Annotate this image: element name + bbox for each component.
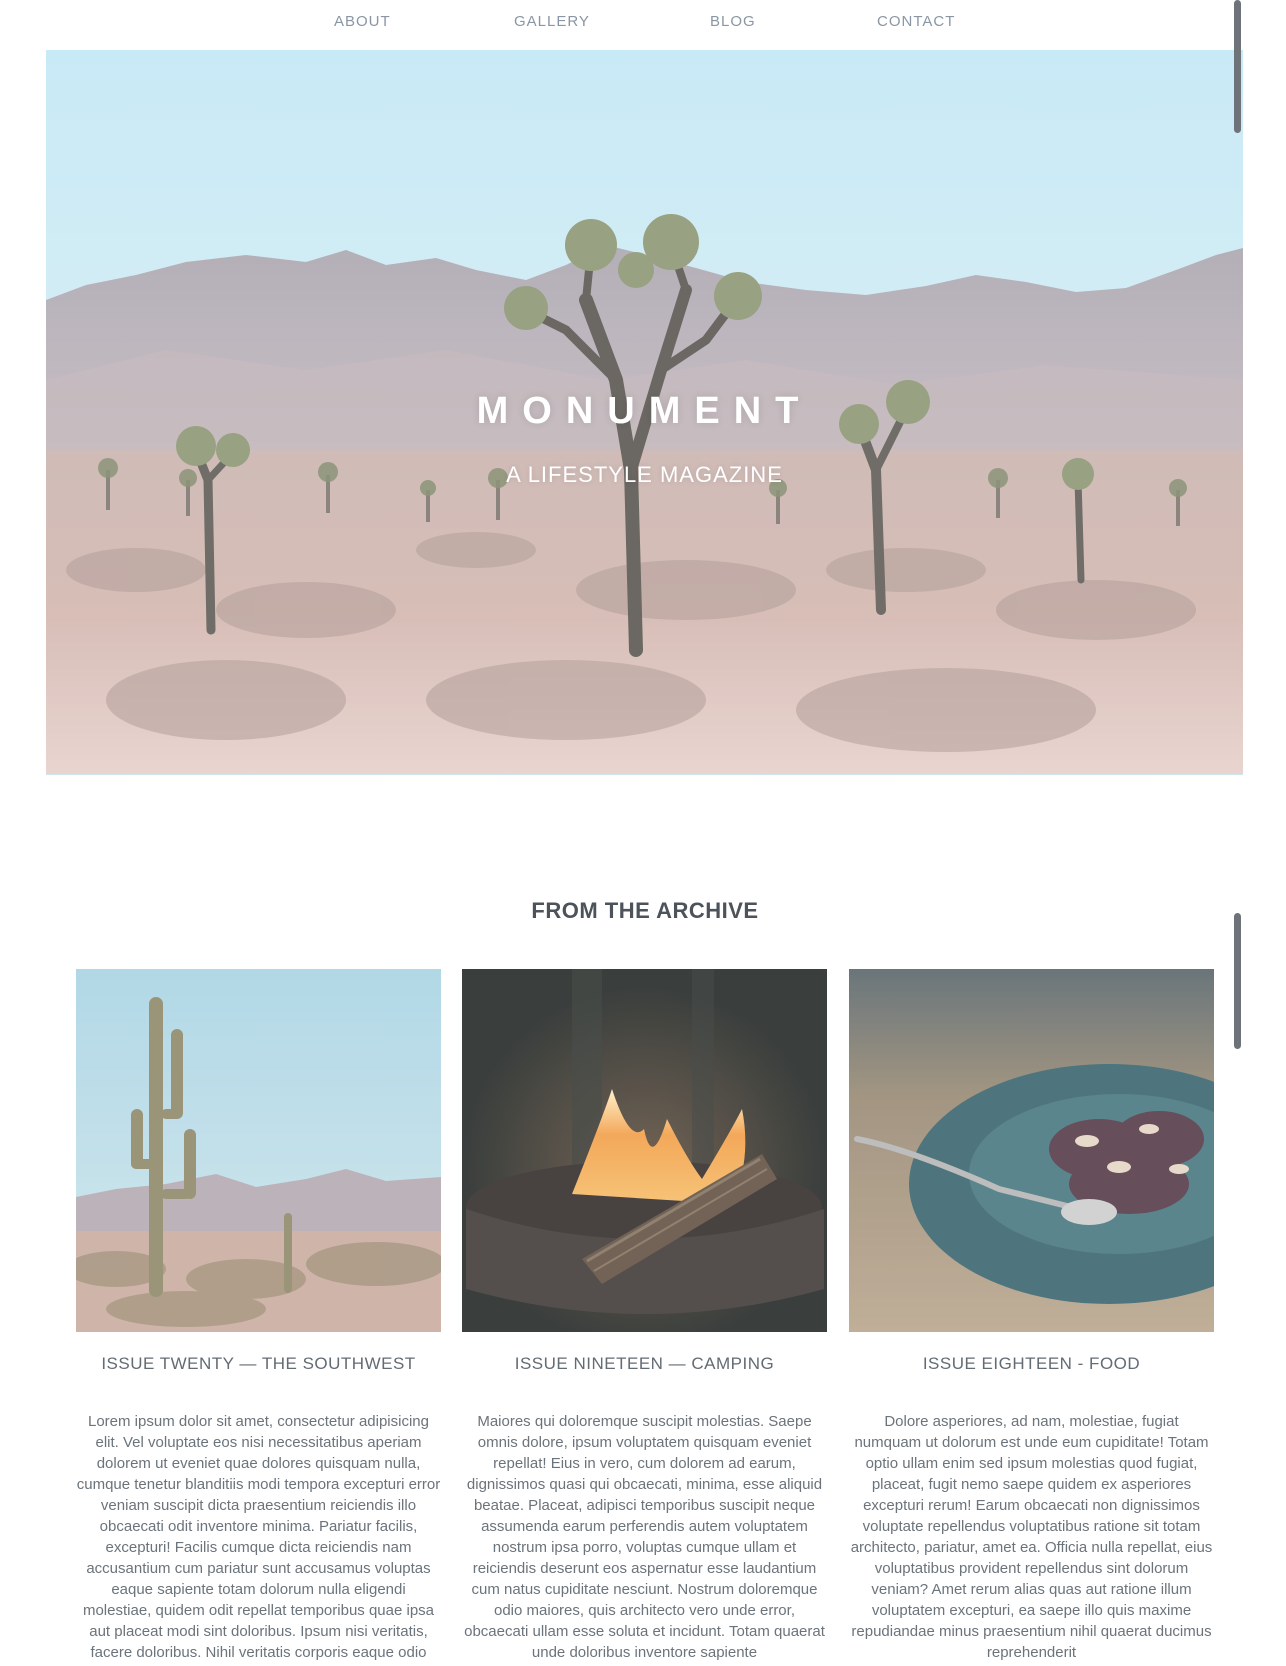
card-image[interactable] [462, 969, 827, 1332]
hero-title: MONUMENT [476, 390, 813, 432]
nav-blog-link[interactable]: BLOG [710, 13, 756, 30]
hero-subtitle: A LIFESTYLE MAGAZINE [506, 462, 783, 487]
campfire-image [462, 969, 827, 1332]
nav-gallery-link[interactable]: GALLERY [514, 13, 590, 30]
card-description: Lorem ipsum dolor sit amet, consectetur … [76, 1413, 441, 1661]
nav-about-link[interactable]: ABOUT [334, 13, 391, 30]
card-description: Dolore asperiores, ad nam, molestiae, fu… [850, 1413, 1213, 1661]
section-scrollbar-thumb[interactable] [1234, 913, 1241, 1049]
nav-contact-link[interactable]: CONTACT [877, 13, 955, 30]
card-image[interactable] [849, 969, 1214, 1332]
card-image[interactable] [76, 969, 441, 1332]
page: ABOUT GALLERY BLOG CONTACT MONUMENT A LI… [0, 0, 1286, 1666]
card-title[interactable]: ISSUE TWENTY — THE SOUTHWEST [76, 1354, 441, 1374]
card-title[interactable]: ISSUE EIGHTEEN - FOOD [849, 1354, 1214, 1374]
food-plate-image [849, 969, 1214, 1332]
archive-heading: FROM THE ARCHIVE [531, 898, 759, 923]
page-scrollbar-thumb[interactable] [1234, 0, 1241, 133]
top-navigation: ABOUT GALLERY BLOG CONTACT [0, 0, 1286, 46]
cactus-image [76, 969, 441, 1332]
card-title[interactable]: ISSUE NINETEEN — CAMPING [462, 1354, 827, 1374]
hero-banner: MONUMENT A LIFESTYLE MAGAZINE [46, 50, 1243, 775]
archive-card-southwest[interactable]: ISSUE TWENTY — THE SOUTHWEST Lorem ipsum… [76, 969, 441, 1666]
archive-card-camping[interactable]: ISSUE NINETEEN — CAMPING Maiores qui dol… [462, 969, 827, 1666]
card-description: Maiores qui doloremque suscipit molestia… [464, 1413, 825, 1661]
archive-card-food[interactable]: ISSUE EIGHTEEN - FOOD Dolore asperiores,… [849, 969, 1214, 1666]
